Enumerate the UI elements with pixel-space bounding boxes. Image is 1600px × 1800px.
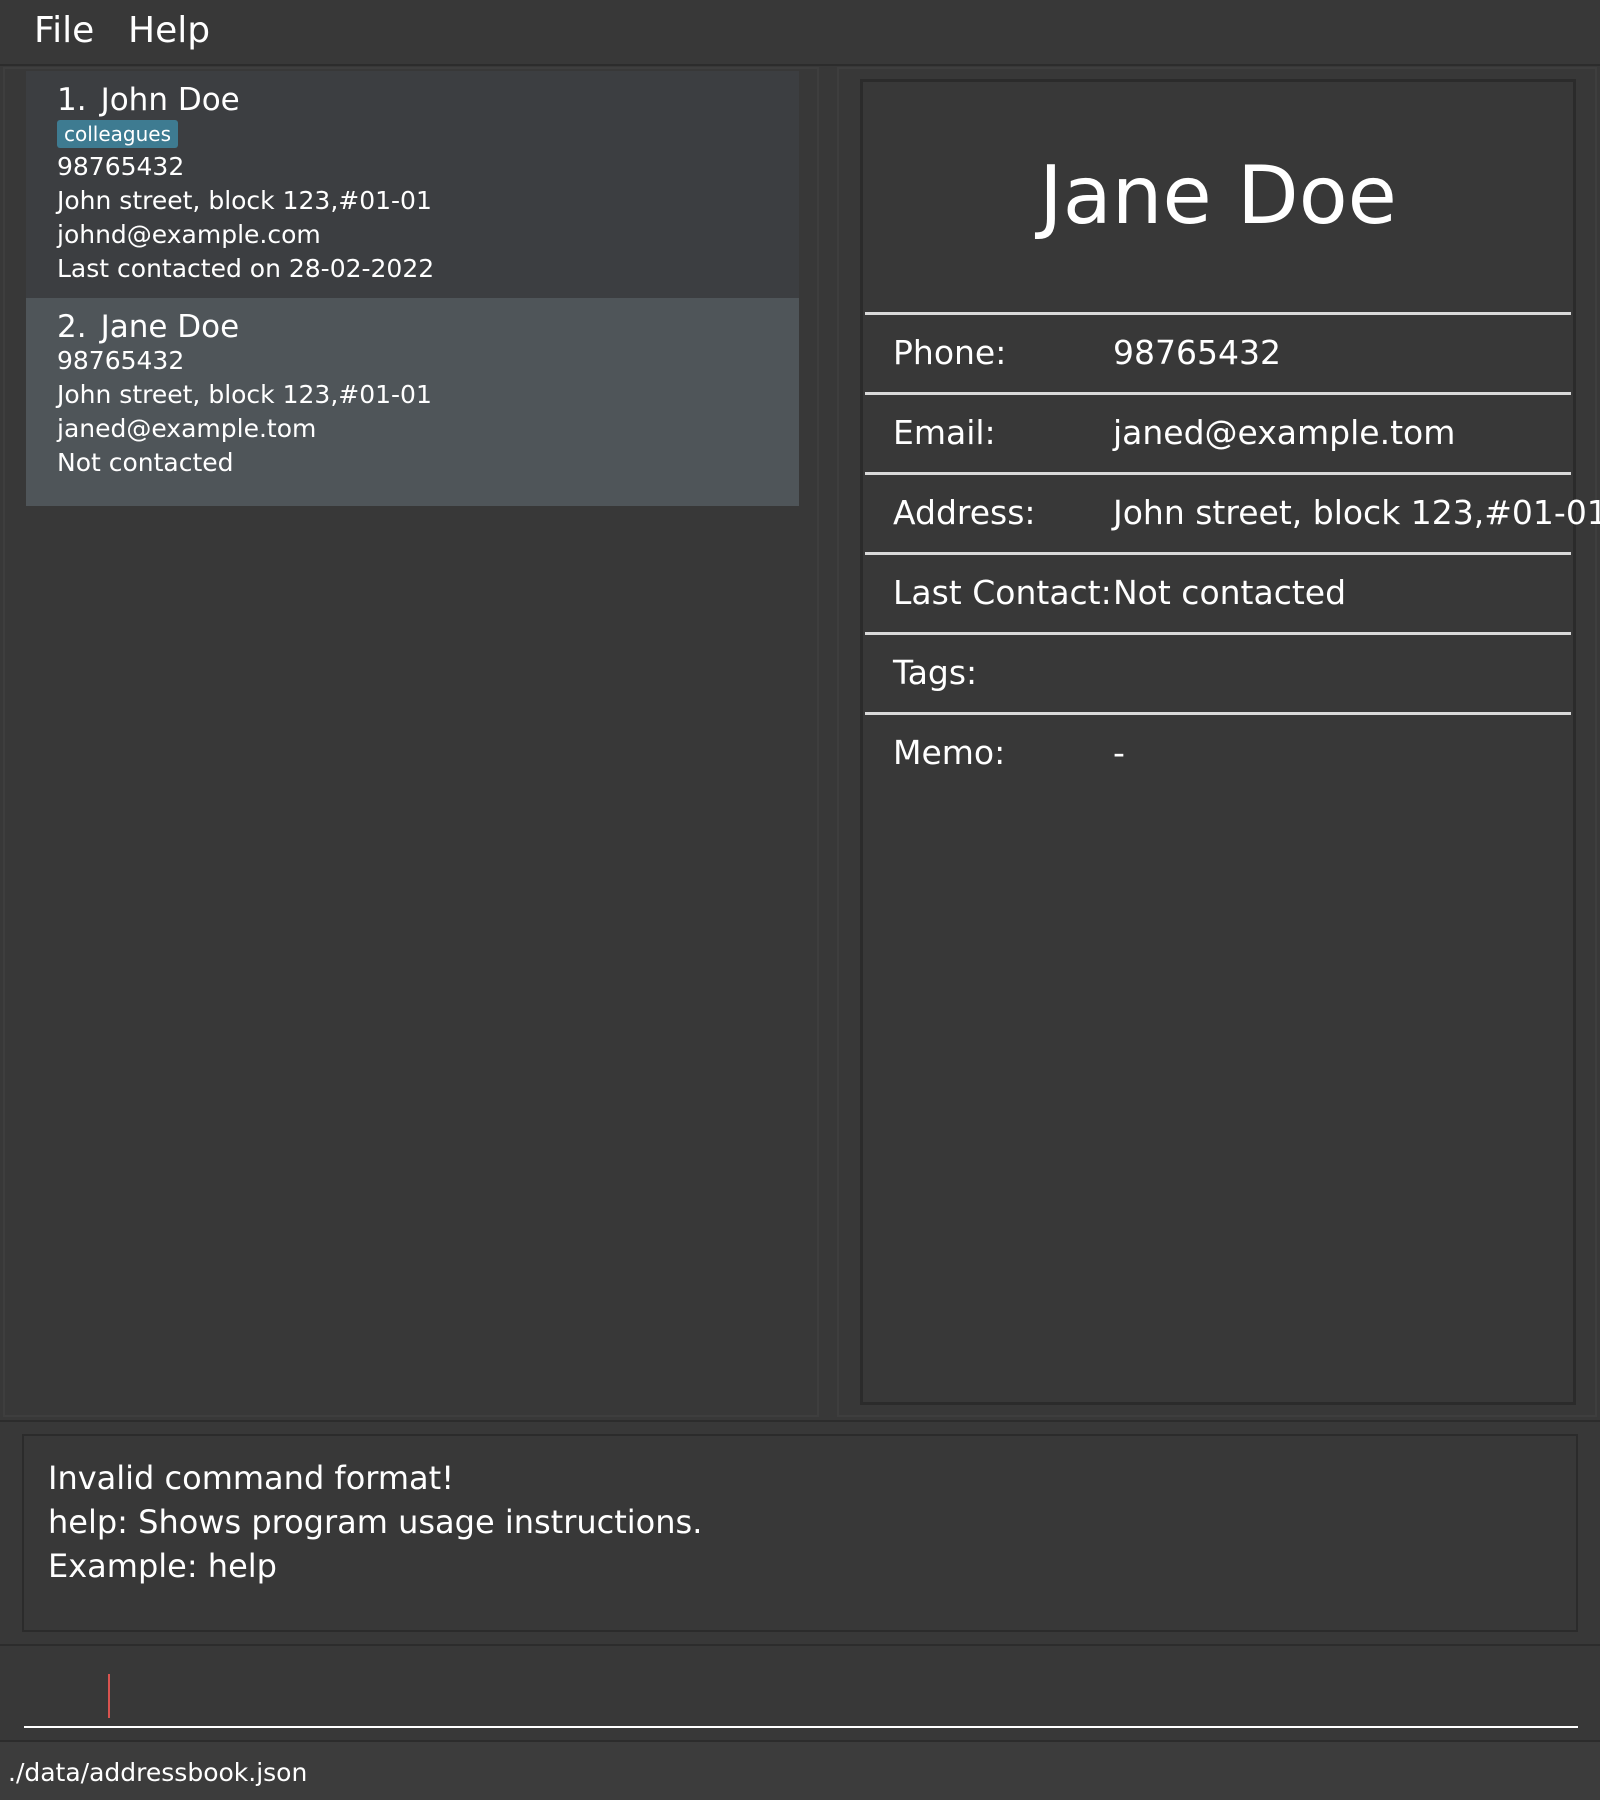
tag-badge: colleagues: [57, 120, 179, 148]
detail-person-name: Jane Doe: [1039, 149, 1397, 242]
person-card-address: John street, block 123,#01-01: [57, 186, 432, 215]
menu-help[interactable]: Help: [124, 10, 214, 51]
person-card-address: John street, block 123,#01-01: [57, 380, 432, 409]
result-display-box[interactable]: Invalid command format! help: Shows prog…: [22, 1434, 1578, 1632]
detail-value: -: [1113, 733, 1125, 772]
save-location-path: ./data/addressbook.json: [8, 1758, 308, 1787]
person-card-contact: Not contacted: [57, 448, 234, 477]
command-box-area: [0, 1644, 1600, 1740]
menu-bar: File Help: [0, 0, 1600, 66]
person-card-name-row: 2. Jane Doe: [57, 310, 799, 344]
detail-row-email: Email: janed@example.tom: [865, 392, 1571, 472]
detail-label: Phone:: [893, 333, 1007, 372]
result-line: Example: help: [48, 1547, 277, 1585]
detail-value: 98765432: [1113, 333, 1281, 372]
detail-label: Address:: [893, 493, 1036, 532]
person-list-panel[interactable]: 1. John Doe colleagues 98765432 John stre…: [3, 67, 819, 1417]
command-input[interactable]: [24, 1666, 1578, 1728]
detail-row-phone: Phone: 98765432: [865, 312, 1571, 392]
detail-value: John street, block 123,#01-01: [1113, 493, 1600, 532]
person-card-jane-doe[interactable]: 2. Jane Doe 98765432 John street, block 1…: [26, 298, 799, 506]
person-detail-panel: Jane Doe Phone: 98765432 Email: janed@ex…: [837, 67, 1600, 1417]
person-card-phone: 98765432: [57, 346, 185, 375]
person-card-phone: 98765432: [57, 152, 185, 181]
result-line: Invalid command format!: [48, 1459, 455, 1497]
person-card-contact: Last contacted on 28-02-2022: [57, 254, 435, 283]
person-detail-card: Jane Doe Phone: 98765432 Email: janed@ex…: [860, 79, 1600, 1405]
detail-row-tags: Tags:: [865, 632, 1571, 712]
menu-file[interactable]: File: [30, 10, 98, 51]
person-card-name: Jane Doe: [100, 309, 240, 345]
person-card-name: John Doe: [100, 82, 240, 118]
detail-value: Not contacted: [1113, 573, 1347, 612]
person-card-index: 1.: [57, 82, 87, 118]
text-caret: [108, 1674, 110, 1718]
person-card-index: 2.: [57, 309, 87, 345]
person-card-email: janed@example.tom: [57, 414, 317, 443]
status-bar: ./data/addressbook.json: [0, 1740, 1600, 1800]
person-card-email: johnd@example.com: [57, 220, 321, 249]
detail-label: Last Contact:: [893, 573, 1112, 612]
detail-label: Email:: [893, 413, 996, 452]
detail-row-last-contact: Last Contact: Not contacted: [865, 552, 1571, 632]
detail-row-memo: Memo: -: [865, 712, 1571, 792]
detail-label: Tags:: [893, 653, 978, 692]
result-line: help: Shows program usage instructions.: [48, 1503, 703, 1541]
detail-value: janed@example.tom: [1113, 413, 1456, 452]
person-card-name-row: 1. John Doe: [57, 83, 799, 117]
detail-label: Memo:: [893, 733, 1006, 772]
person-card-john-doe[interactable]: 1. John Doe colleagues 98765432 John stre…: [26, 71, 799, 298]
result-display-area: Invalid command format! help: Shows prog…: [0, 1420, 1600, 1644]
detail-row-address: Address: John street, block 123,#01-01: [865, 472, 1600, 552]
